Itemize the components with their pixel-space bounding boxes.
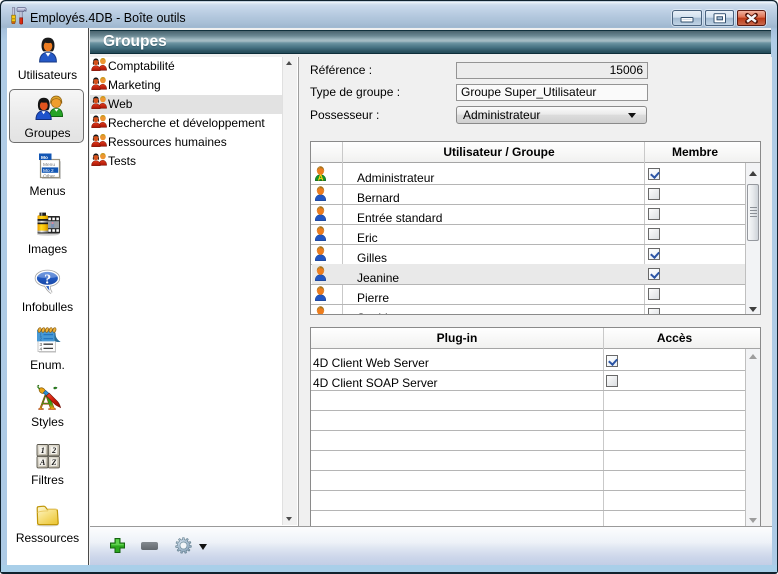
svg-text:4: 4	[39, 346, 42, 351]
svg-text:2: 2	[51, 446, 56, 455]
svg-text:Z: Z	[50, 458, 56, 467]
svg-text:Mo: Mo	[41, 155, 48, 161]
svg-text:?: ?	[44, 272, 51, 287]
svg-text:Mo 2: Mo 2	[43, 168, 54, 174]
svg-text:Other: Other	[43, 173, 55, 179]
svg-text:Menu: Menu	[43, 162, 55, 168]
svg-text:1: 1	[40, 446, 44, 455]
svg-text:2: 2	[39, 337, 42, 342]
svg-text:A: A	[39, 458, 46, 467]
